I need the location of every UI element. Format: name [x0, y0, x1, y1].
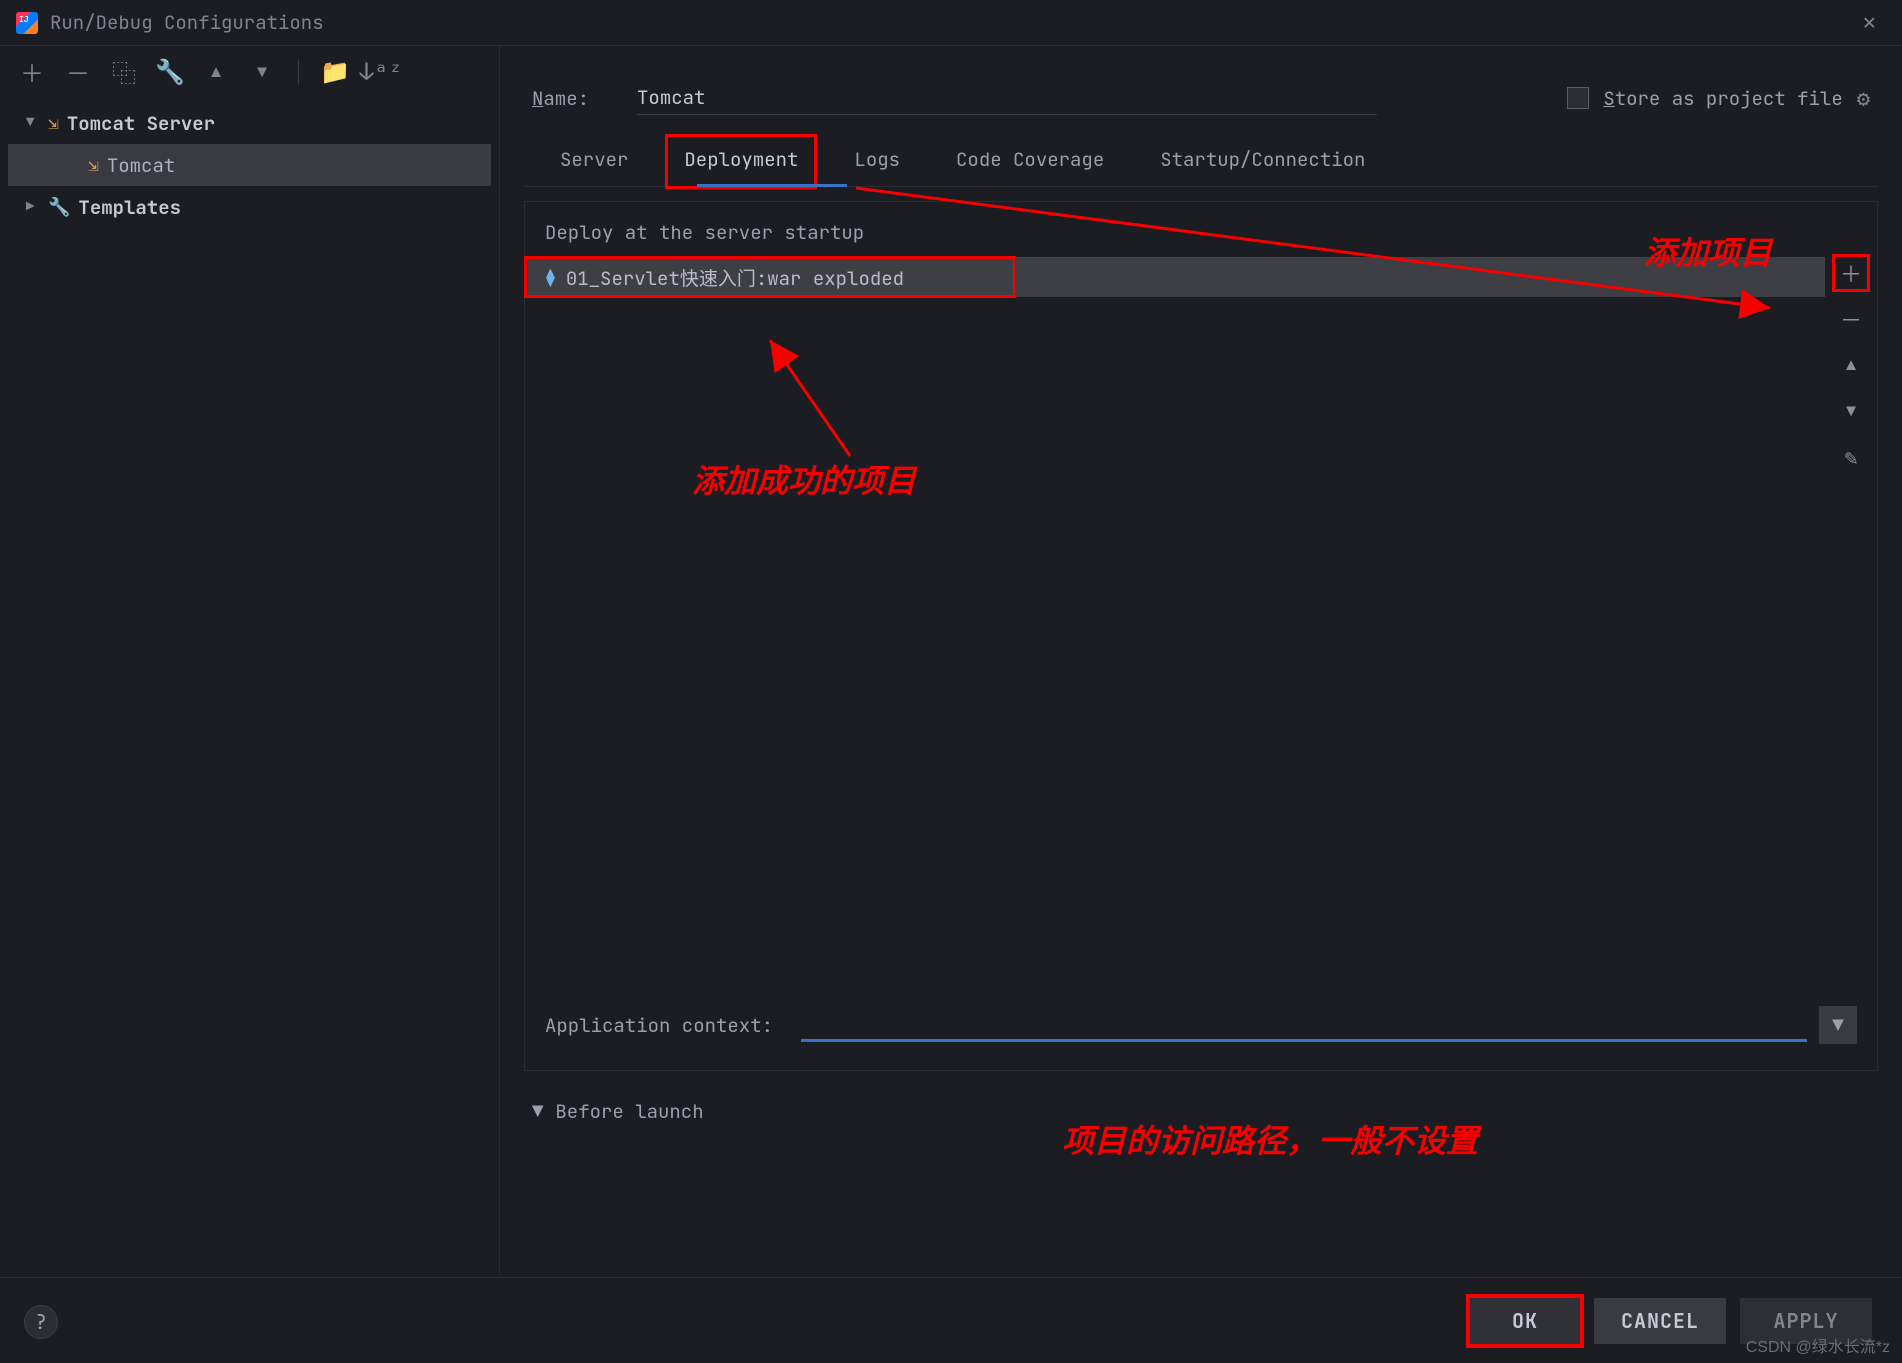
store-as-file[interactable]: Store as project file ⚙ — [1567, 84, 1870, 113]
tree-node-tomcat[interactable]: ⇲ Tomcat — [8, 144, 491, 186]
tree-label: Tomcat — [107, 153, 175, 178]
annotation-context-note: 项目的访问路径，一般不设置 — [1062, 1116, 1478, 1162]
annotation-add-project: 添加项目 — [1644, 228, 1772, 274]
tree-node-templates[interactable]: ▶ 🔧 Templates — [8, 186, 491, 228]
deploy-down-button[interactable]: ▼ — [1835, 395, 1867, 427]
deploy-actions: ＋ － ▲ ▼ ✎ — [1825, 257, 1877, 984]
app-context-input[interactable] — [801, 1008, 1807, 1042]
titlebar: Run/Debug Configurations ✕ — [0, 0, 1902, 46]
tab-startup-connection[interactable]: Startup/Connection — [1144, 137, 1381, 186]
tab-deployment[interactable]: Deployment — [668, 137, 814, 186]
tomcat-icon: ⇲ — [88, 154, 99, 177]
deploy-up-button[interactable]: ▲ — [1835, 349, 1867, 381]
app-icon — [16, 12, 38, 34]
cancel-button[interactable]: CANCEL — [1594, 1298, 1726, 1344]
deploy-item-label: 01_Servlet快速入门:war exploded — [566, 264, 904, 291]
wrench-icon: 🔧 — [48, 196, 70, 219]
separator — [298, 60, 299, 84]
sort-button[interactable]: ↓ᵃᶻ — [367, 58, 395, 86]
deploy-edit-button[interactable]: ✎ — [1835, 441, 1867, 473]
annotation-added-ok: 添加成功的项目 — [692, 456, 916, 502]
config-tree: ▼ ⇲ Tomcat Server ⇲ Tomcat ▶ 🔧 Templates — [0, 102, 499, 228]
deploy-section: Deploy at the server startup ⧫ 01_Servle… — [524, 201, 1878, 1071]
tab-logs[interactable]: Logs — [838, 137, 916, 186]
tab-code-coverage[interactable]: Code Coverage — [940, 137, 1120, 186]
edit-config-button[interactable]: 🔧 — [156, 58, 184, 86]
chevron-down-icon: ▼ — [26, 114, 40, 132]
sidebar-toolbar: ＋ － ⿻ 🔧 ▲ ▼ 📁 ↓ᵃᶻ — [0, 58, 499, 102]
app-context-dropdown[interactable]: ▼ — [1819, 1006, 1857, 1044]
window-title: Run/Debug Configurations — [50, 10, 324, 35]
ok-button[interactable]: OK — [1470, 1298, 1580, 1344]
help-button[interactable]: ? — [24, 1305, 58, 1339]
artifact-icon: ⧫ — [545, 266, 556, 289]
deploy-list: ⧫ 01_Servlet快速入门:war exploded — [525, 257, 1825, 984]
tomcat-icon: ⇲ — [48, 112, 59, 135]
remove-config-button[interactable]: － — [64, 58, 92, 86]
before-launch-label: Before launch — [555, 1099, 703, 1124]
gear-icon[interactable]: ⚙ — [1857, 84, 1870, 113]
deploy-remove-button[interactable]: － — [1835, 303, 1867, 335]
tree-node-tomcat-server[interactable]: ▼ ⇲ Tomcat Server — [8, 102, 491, 144]
chevron-down-icon: ▼ — [532, 1099, 543, 1124]
deploy-add-button[interactable]: ＋ — [1835, 257, 1867, 289]
tabs: Server Deployment Logs Code Coverage Sta… — [524, 137, 1878, 187]
store-label: Store as project file — [1603, 86, 1842, 111]
sidebar: ＋ － ⿻ 🔧 ▲ ▼ 📁 ↓ᵃᶻ ▼ ⇲ Tomcat Server ⇲ To… — [0, 46, 500, 1276]
name-row: Name: Store as project file ⚙ — [524, 62, 1878, 137]
chevron-right-icon: ▶ — [26, 198, 40, 216]
watermark: CSDN @绿水长流*z — [1746, 1333, 1890, 1357]
footer: OK CANCEL APPLY — [0, 1277, 1902, 1363]
close-icon[interactable]: ✕ — [1853, 4, 1886, 41]
tree-label: Templates — [78, 195, 181, 220]
checkbox-icon[interactable] — [1567, 87, 1589, 109]
app-context-row: Application context: ▼ — [525, 984, 1877, 1070]
move-up-button[interactable]: ▲ — [202, 58, 230, 86]
tab-underline — [697, 184, 847, 187]
copy-config-button[interactable]: ⿻ — [110, 58, 138, 86]
name-label: Name: — [532, 86, 589, 111]
name-input[interactable] — [637, 81, 1377, 115]
tab-server[interactable]: Server — [544, 137, 644, 186]
folder-button[interactable]: 📁 — [321, 58, 349, 86]
move-down-button[interactable]: ▼ — [248, 58, 276, 86]
deploy-item[interactable]: ⧫ 01_Servlet快速入门:war exploded — [525, 257, 1015, 297]
add-config-button[interactable]: ＋ — [18, 58, 46, 86]
app-context-label: Application context: — [545, 1013, 773, 1038]
tree-label: Tomcat Server — [67, 111, 215, 136]
